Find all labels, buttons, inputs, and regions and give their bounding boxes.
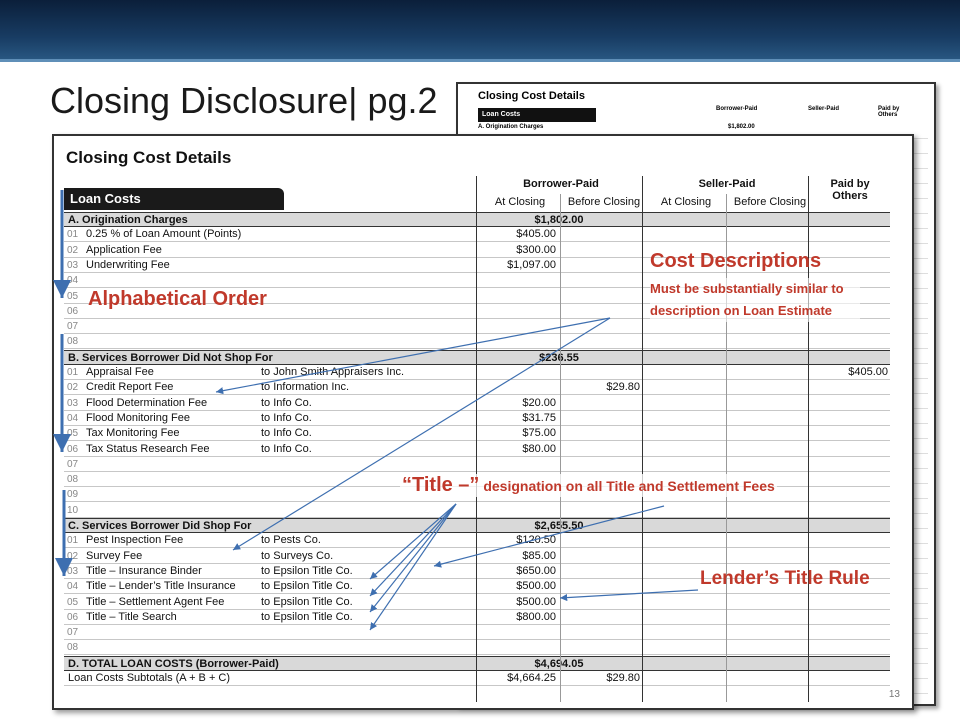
alphabetical-order-note: Alphabetical Order: [88, 288, 267, 310]
title-arrow-lenders: [369, 503, 457, 597]
title-designation-quote: “Title –”: [402, 474, 480, 496]
title-arrow-settlement: [369, 503, 457, 613]
title-designation-note: “Title –” designation on all Title and S…: [400, 474, 777, 497]
lenders-title-rule-note: Lender’s Title Rule: [700, 568, 870, 589]
title-fees-arrow: [433, 505, 665, 568]
cost-descriptions-body: Must be substantially similar to descrip…: [650, 278, 860, 322]
cost-descriptions-heading: Cost Descriptions: [650, 250, 822, 272]
title-designation-text: designation on all Title and Settlement …: [479, 478, 775, 494]
annotation-arrows: [53, 190, 699, 631]
lender-rule-arrow: [559, 589, 699, 602]
